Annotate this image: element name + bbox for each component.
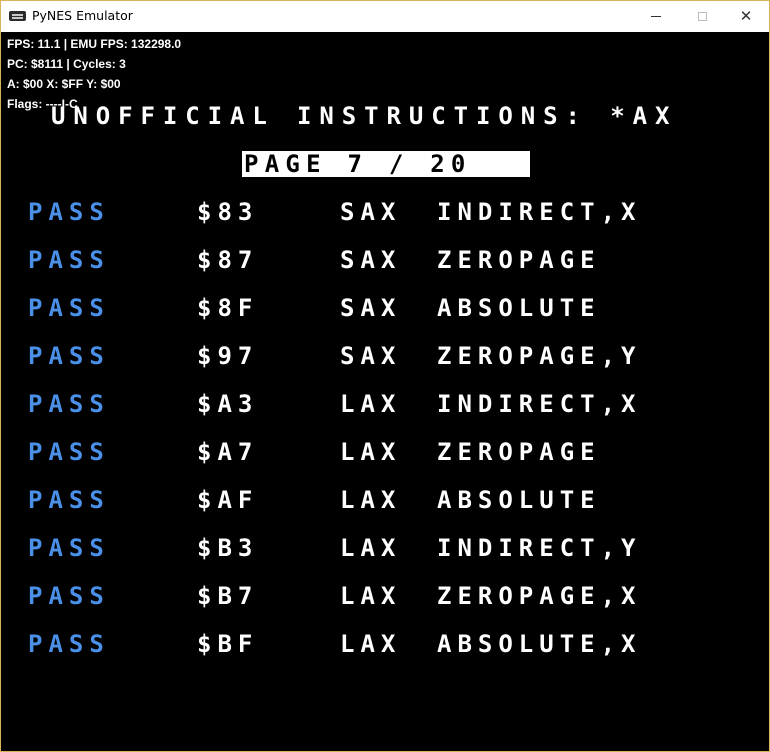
result-addressing-mode: ZEROPAGE xyxy=(437,438,601,466)
result-instruction: LAX xyxy=(340,582,402,610)
game-screen[interactable]: FPS: 11.1 | EMU FPS: 132298.0 PC: $8111 … xyxy=(1,32,769,751)
result-opcode: $8F xyxy=(197,294,259,322)
result-addressing-mode: ZEROPAGE xyxy=(437,246,601,274)
result-addressing-mode: INDIRECT,X xyxy=(437,198,642,226)
hud-flags: Flags: ----I-C xyxy=(7,97,78,111)
result-instruction: LAX xyxy=(340,390,402,418)
result-instruction: LAX xyxy=(340,486,402,514)
hud-registers: A: $00 X: $FF Y: $00 xyxy=(7,77,121,91)
result-instruction: SAX xyxy=(340,294,402,322)
result-instruction: LAX xyxy=(340,630,402,658)
result-opcode: $A3 xyxy=(197,390,259,418)
result-addressing-mode: ZEROPAGE,Y xyxy=(437,342,642,370)
close-button[interactable]: ✕ xyxy=(723,1,769,32)
result-status: PASS xyxy=(28,582,110,610)
minimize-button[interactable] xyxy=(633,1,679,32)
result-opcode: $B7 xyxy=(197,582,259,610)
result-instruction: SAX xyxy=(340,342,402,370)
result-instruction: LAX xyxy=(340,534,402,562)
result-status: PASS xyxy=(28,486,110,514)
pynes-app-icon xyxy=(9,11,26,21)
page-indicator: PAGE 7 / 20 xyxy=(244,150,472,178)
result-instruction: SAX xyxy=(340,198,402,226)
result-status: PASS xyxy=(28,630,110,658)
result-opcode: $83 xyxy=(197,198,259,226)
result-status: PASS xyxy=(28,342,110,370)
result-addressing-mode: ABSOLUTE,X xyxy=(437,630,642,658)
result-opcode: $AF xyxy=(197,486,259,514)
result-opcode: $87 xyxy=(197,246,259,274)
title-bar[interactable]: PyNES Emulator ✕ xyxy=(1,1,769,32)
result-status: PASS xyxy=(28,198,110,226)
result-addressing-mode: ZEROPAGE,X xyxy=(437,582,642,610)
result-addressing-mode: INDIRECT,Y xyxy=(437,534,642,562)
result-opcode: $BF xyxy=(197,630,259,658)
result-opcode: $B3 xyxy=(197,534,259,562)
test-heading: UNOFFICIAL INSTRUCTIONS: *AX xyxy=(51,102,678,130)
hud-pc-cycles: PC: $8111 | Cycles: 3 xyxy=(7,57,126,71)
result-instruction: LAX xyxy=(340,438,402,466)
minimize-icon xyxy=(651,16,661,17)
maximize-button[interactable] xyxy=(679,1,725,32)
result-instruction: SAX xyxy=(340,246,402,274)
result-status: PASS xyxy=(28,390,110,418)
maximize-icon xyxy=(697,12,707,21)
result-status: PASS xyxy=(28,294,110,322)
result-addressing-mode: ABSOLUTE xyxy=(437,486,601,514)
hud-fps: FPS: 11.1 | EMU FPS: 132298.0 xyxy=(7,37,182,51)
window-title: PyNES Emulator xyxy=(32,8,133,23)
result-opcode: $A7 xyxy=(197,438,259,466)
result-status: PASS xyxy=(28,534,110,562)
result-opcode: $97 xyxy=(197,342,259,370)
emulator-window: PyNES Emulator ✕ FPS: 11.1 | EMU FPS: 13… xyxy=(0,0,770,752)
result-status: PASS xyxy=(28,438,110,466)
result-status: PASS xyxy=(28,246,110,274)
result-addressing-mode: INDIRECT,X xyxy=(437,390,642,418)
result-addressing-mode: ABSOLUTE xyxy=(437,294,601,322)
close-icon: ✕ xyxy=(739,7,753,25)
